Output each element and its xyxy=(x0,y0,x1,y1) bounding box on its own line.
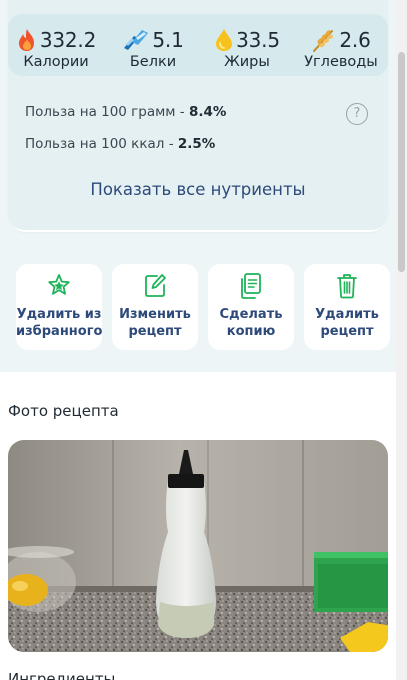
fat-label: Жиры xyxy=(224,54,270,70)
nutrition-panel: 332.2 Калории 5.1 Белки 33.5 Жиры 2.6 Уг… xyxy=(8,0,388,230)
recipe-actions: Удалить из избранного Изменить рецепт Сд… xyxy=(0,264,396,350)
benefit-per-100kcal-value: 2.5% xyxy=(177,136,216,152)
oil-drop-icon xyxy=(214,28,234,52)
help-icon[interactable]: ? xyxy=(346,103,368,125)
protein-label: Белки xyxy=(129,54,177,70)
recipe-page: 332.2 Калории 5.1 Белки 33.5 Жиры 2.6 Уг… xyxy=(0,0,396,680)
delete-recipe-button[interactable]: Удалить рецепт xyxy=(304,264,390,350)
carbs-label: Углеводы xyxy=(304,54,378,70)
fat-value: 33.5 xyxy=(236,28,280,52)
benefit-per-100kcal: Польза на 100 ккал - 2.5% xyxy=(25,136,215,152)
benefit-per-100g: Польза на 100 грамм - 8.4% xyxy=(25,104,226,120)
recipe-photo[interactable] xyxy=(8,440,388,652)
delete-recipe-label: Удалить рецепт xyxy=(315,307,379,339)
protein-value: 5.1 xyxy=(152,28,184,52)
wheat-icon xyxy=(311,28,337,52)
carbs-value: 2.6 xyxy=(339,28,371,52)
show-all-nutrients-button[interactable]: Показать все нутриенты xyxy=(8,180,388,199)
photo-section-title: Фото рецепта xyxy=(8,402,119,420)
trash-icon xyxy=(335,272,359,300)
edit-recipe-label: Изменить рецепт xyxy=(119,307,191,339)
macro-fat: 33.5 Жиры xyxy=(201,26,293,70)
fire-icon xyxy=(16,28,38,52)
benefit-per-100g-value: 8.4% xyxy=(188,104,227,120)
page-scrollbar[interactable] xyxy=(396,0,407,680)
protein-icon xyxy=(122,28,150,52)
copy-icon xyxy=(239,272,263,300)
ingredients-section-title: Ингредиенты xyxy=(8,670,116,680)
macros-bar: 332.2 Калории 5.1 Белки 33.5 Жиры 2.6 Уг… xyxy=(8,14,388,76)
scrollbar-thumb[interactable] xyxy=(398,52,405,272)
edit-recipe-button[interactable]: Изменить рецепт xyxy=(112,264,198,350)
star-icon xyxy=(47,272,71,300)
macro-protein: 5.1 Белки xyxy=(107,26,199,70)
edit-icon xyxy=(143,272,167,300)
copy-recipe-label: Сделать копию xyxy=(219,307,283,339)
calories-value: 332.2 xyxy=(39,28,97,52)
copy-recipe-button[interactable]: Сделать копию xyxy=(208,264,294,350)
macro-calories: 332.2 Калории xyxy=(10,26,102,70)
macro-carbs: 2.6 Углеводы xyxy=(295,26,387,70)
benefit-per-100g-label: Польза на 100 грамм - xyxy=(25,104,189,120)
remove-favorite-label: Удалить из избранного xyxy=(16,307,103,339)
calories-label: Калории xyxy=(23,54,89,70)
remove-favorite-button[interactable]: Удалить из избранного xyxy=(16,264,102,350)
nutrition-card: 332.2 Калории 5.1 Белки 33.5 Жиры 2.6 Уг… xyxy=(8,0,388,232)
benefit-per-100kcal-label: Польза на 100 ккал - xyxy=(25,136,178,152)
